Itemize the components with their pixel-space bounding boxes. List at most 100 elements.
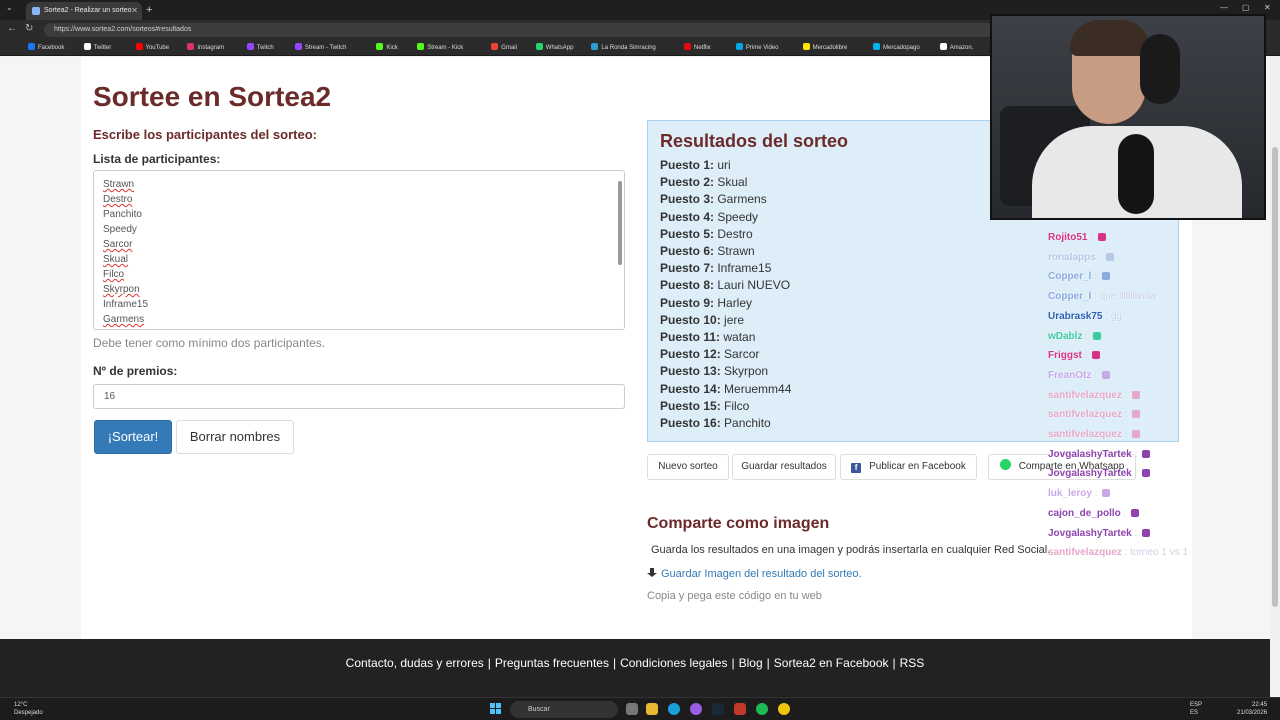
back-icon[interactable]: ← (7, 23, 17, 34)
chat-message: luk_leroy : (1048, 484, 1218, 504)
chat-text: gg (1110, 310, 1122, 322)
chat-message: Copper_l : (1048, 267, 1218, 287)
result-row: Puesto 3: Garmens (660, 191, 791, 208)
participant-line: Panchito (103, 209, 142, 220)
result-row: Puesto 15: Filco (660, 398, 791, 415)
result-row: Puesto 10: jere (660, 312, 791, 329)
start-icon[interactable] (490, 703, 502, 715)
bookmark-item[interactable]: Mercadopago (873, 43, 920, 53)
bookmark-item[interactable]: Twitch (246, 43, 274, 53)
bookmark-item[interactable]: YouTube (135, 43, 169, 53)
textarea-scrollbar[interactable] (618, 175, 622, 325)
close-window-icon[interactable]: ✕ (1264, 3, 1271, 12)
chat-separator: : (1082, 330, 1091, 342)
chat-message: cajon_de_pollo : (1048, 504, 1218, 524)
facebook-share-button[interactable]: f Publicar en Facebook (840, 454, 977, 480)
steam-icon[interactable] (712, 703, 724, 715)
weather-temp: 12°C (14, 702, 28, 708)
bookmark-item[interactable]: Kick (376, 43, 398, 53)
webcam-overlay (990, 14, 1266, 220)
chat-message: Copper_l : que llllllllinda (1048, 287, 1218, 307)
bookmark-item[interactable]: La Ronda Simracing (591, 43, 656, 53)
task-view-icon[interactable] (626, 703, 638, 715)
bookmark-label: Gmail (501, 45, 517, 51)
bookmark-item[interactable]: Amazon. (939, 43, 973, 53)
result-place: Puesto 8: (660, 278, 715, 293)
result-row: Puesto 4: Speedy (660, 209, 791, 226)
result-row: Puesto 12: Sarcor (660, 346, 791, 363)
download-image-link[interactable]: Guardar Imagen del resultado del sorteo. (647, 568, 862, 580)
scrollbar-thumb[interactable] (1272, 147, 1278, 607)
clock[interactable]: 22:45 21/03/2026 (1237, 701, 1267, 717)
footer-link[interactable]: Contacto, dudas y errores (346, 656, 484, 670)
participant-line: Skual (103, 254, 129, 265)
bookmark-item[interactable]: Facebook (28, 43, 64, 53)
participant-line: Inframe15 (103, 299, 149, 310)
result-row: Puesto 1: uri (660, 157, 791, 174)
weather-widget[interactable]: 12°C Despejado (14, 701, 43, 717)
browser-tab[interactable]: Sortea2 - Realizar un sorteo ✕ (26, 2, 142, 20)
clear-names-button[interactable]: Borrar nombres (176, 420, 294, 454)
result-place: Puesto 12: (660, 347, 721, 362)
bookmark-icon (735, 43, 743, 50)
bookmark-item[interactable]: Stream - Kick (417, 43, 463, 53)
copy-hint: Copia y pega este código en tu web (647, 590, 822, 602)
url-field[interactable]: https://www.sortea2.com/sorteos#resultad… (44, 23, 994, 37)
file-explorer-icon[interactable] (646, 703, 658, 715)
language-indicator[interactable]: ESP ES (1190, 701, 1202, 717)
page-scrollbar[interactable] (1270, 57, 1280, 639)
close-tab-icon[interactable]: ✕ (131, 2, 138, 20)
chat-username: santifvelazquez (1048, 547, 1122, 559)
participant-line: Destro (103, 194, 133, 205)
game-app-icon[interactable] (734, 703, 746, 715)
bookmark-item[interactable]: Netflix (684, 43, 711, 53)
chat-username: Urabrask75 (1048, 310, 1103, 322)
taskbar: 12°C Despejado Buscar ESP ES 22:45 21/03… (0, 697, 1280, 720)
footer-separator: | (612, 656, 617, 670)
bookmark-item[interactable]: Gmail (491, 43, 517, 53)
app-icon[interactable] (690, 703, 702, 715)
result-name: Filco (720, 398, 750, 413)
bookmark-item[interactable]: Prime Video (735, 43, 778, 53)
save-results-button[interactable]: Guardar resultados (732, 454, 836, 480)
footer-link[interactable]: Sortea2 en Facebook (774, 656, 889, 670)
footer-link[interactable]: Condiciones legales (620, 656, 727, 670)
tab-list-icon[interactable]: ⌄ (6, 3, 13, 12)
spotify-icon[interactable] (756, 703, 768, 715)
chat-message: JovgalashyTartek : (1048, 524, 1218, 544)
result-name: Destro (714, 226, 753, 241)
footer-separator: | (487, 656, 491, 670)
chrome-icon[interactable] (778, 703, 790, 715)
new-tab-icon[interactable]: + (146, 2, 152, 18)
bookmark-item[interactable]: WhatsApp (535, 43, 573, 53)
new-draw-button[interactable]: Nuevo sorteo (647, 454, 729, 480)
minimize-icon[interactable]: — (1220, 3, 1228, 12)
participants-label: Lista de participantes: (93, 152, 221, 166)
chat-separator: : (1102, 310, 1111, 322)
edge-icon[interactable] (668, 703, 680, 715)
footer-link[interactable]: Blog (739, 656, 763, 670)
prizes-input[interactable]: 16 (93, 384, 625, 409)
chat-text: que llllllllinda (1099, 291, 1156, 303)
chat-message: Rojito51 : (1048, 228, 1218, 248)
bookmark-item[interactable]: Mercadolibre (802, 43, 847, 53)
result-name: Skyrpon (720, 364, 769, 379)
share-title: Comparte como imagen (647, 515, 830, 532)
chat-emote-icon (1131, 508, 1140, 517)
footer-link[interactable]: Preguntas frecuentes (495, 656, 609, 670)
lang-secondary: ES (1190, 710, 1199, 716)
taskbar-search[interactable]: Buscar (510, 701, 618, 718)
weather-desc: Despejado (14, 710, 43, 716)
tab-title: Sortea2 - Realizar un sorteo (44, 7, 132, 14)
footer-link[interactable]: RSS (900, 656, 925, 670)
bookmark-item[interactable]: Instagram (187, 43, 224, 53)
prizes-label: Nº de premios: (93, 364, 178, 378)
draw-button[interactable]: ¡Sortear! (94, 420, 172, 454)
participant-line: Garmens (103, 314, 145, 325)
reload-icon[interactable]: ↻ (25, 23, 33, 34)
bookmark-item[interactable]: Stream - Twitch (294, 43, 346, 53)
maximize-icon[interactable]: ▢ (1242, 3, 1250, 12)
participants-textarea[interactable]: Strawn Destro Panchito Speedy Sarcor Skual Fil… (93, 170, 625, 330)
headphones (1140, 34, 1180, 104)
bookmark-item[interactable]: Twitter (83, 43, 111, 53)
